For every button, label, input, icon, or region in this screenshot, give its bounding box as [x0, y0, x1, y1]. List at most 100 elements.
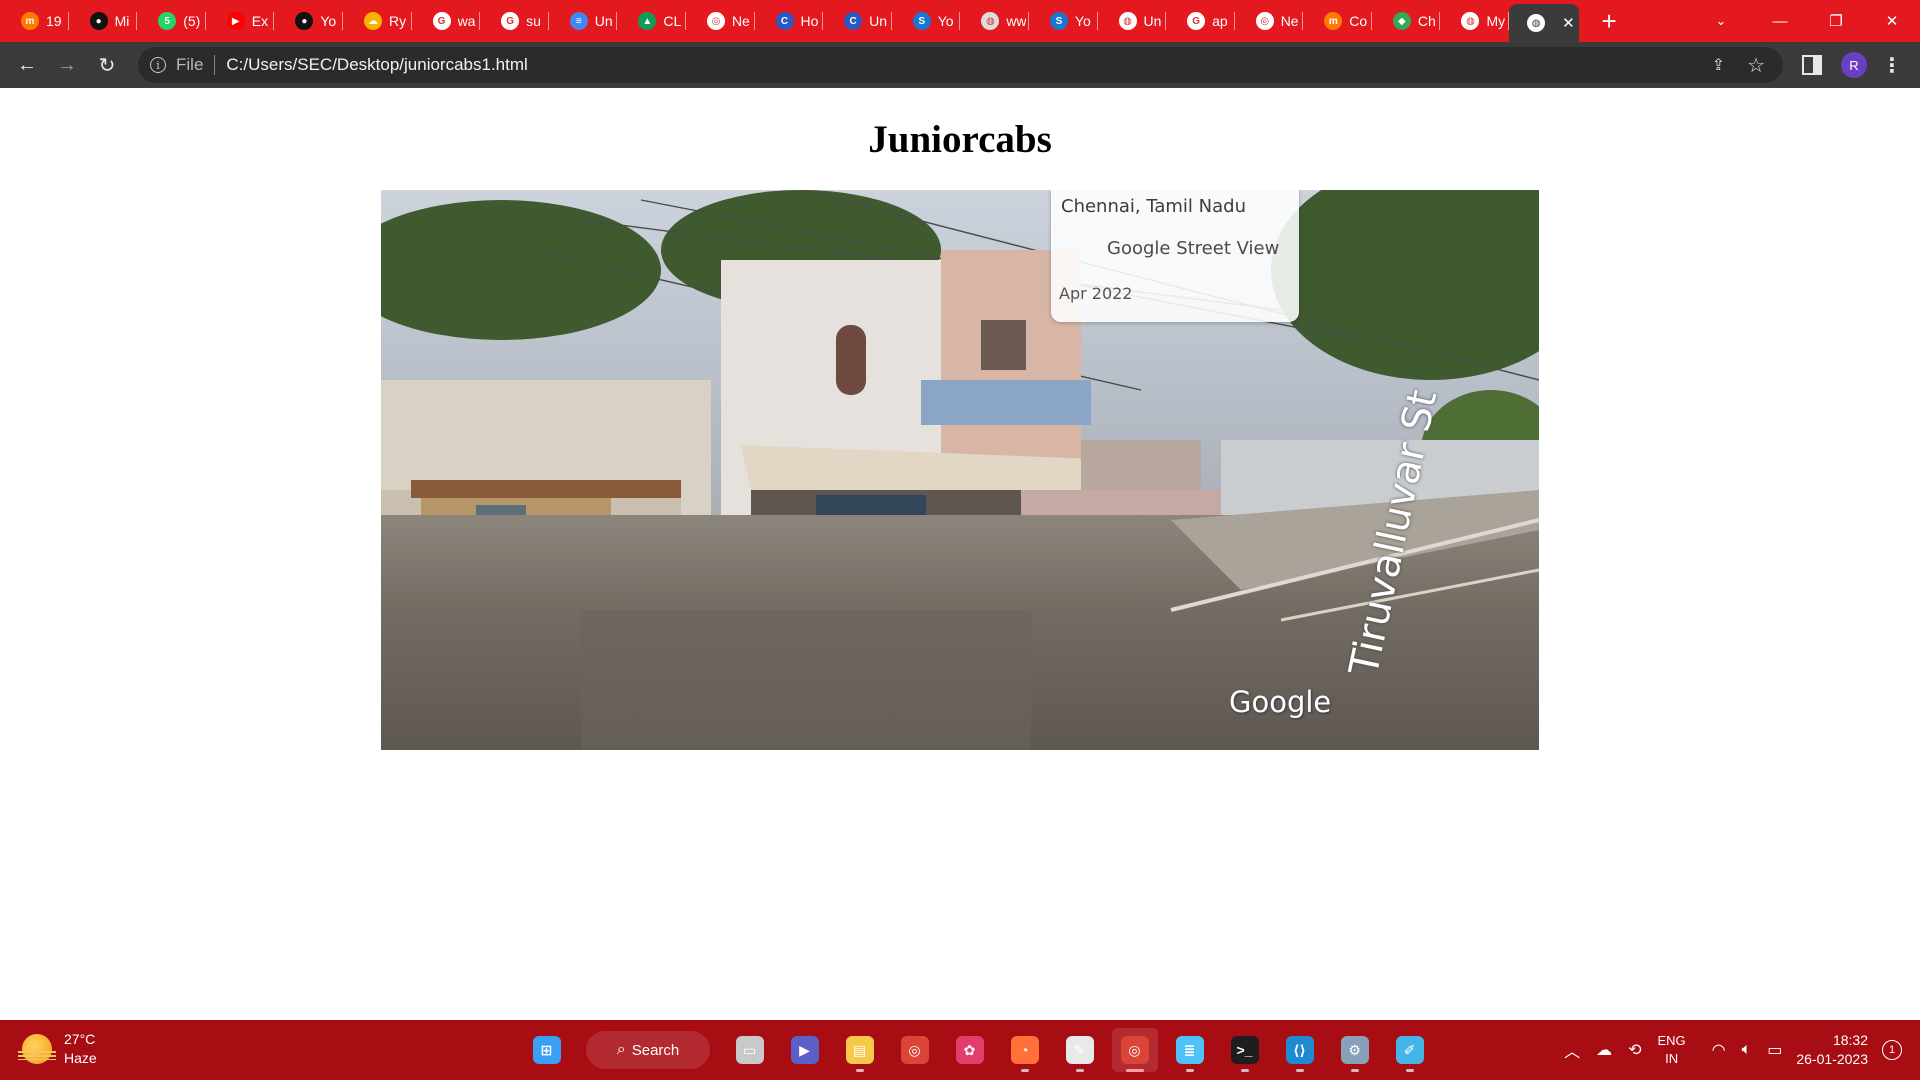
- taskbar-app[interactable]: ◔: [1002, 1028, 1048, 1072]
- globe-icon: ◍: [1118, 12, 1137, 30]
- drive-icon: ▲: [638, 12, 657, 30]
- show-hidden-icons-chevron-icon[interactable]: ︿: [1564, 1038, 1580, 1062]
- taskbar-app[interactable]: ◎: [892, 1028, 938, 1072]
- clock-date: 26-01-2023: [1796, 1051, 1868, 1067]
- browser-tab[interactable]: ◎ Ne: [1235, 0, 1304, 42]
- browser-tab[interactable]: ☁ Ry: [343, 0, 412, 42]
- taskbar-app[interactable]: ⊞: [524, 1028, 570, 1072]
- terminal-icon: >_: [1230, 1036, 1259, 1064]
- street-view-location: Chennai, Tamil Nadu: [1061, 196, 1246, 217]
- close-window-button[interactable]: ✕: [1864, 0, 1920, 42]
- address-bar[interactable]: i File C:/Users/SEC/Desktop/juniorcabs1.…: [138, 47, 1783, 83]
- tab-title: Ne: [731, 13, 750, 29]
- notification-badge[interactable]: 1: [1882, 1040, 1902, 1060]
- tab-title: Un: [869, 13, 888, 29]
- taskbar-app[interactable]: >_: [1222, 1028, 1268, 1072]
- url-text[interactable]: C:/Users/SEC/Desktop/juniorcabs1.html: [226, 55, 527, 75]
- page-heading: Juniorcabs: [868, 118, 1052, 161]
- street-view-embed[interactable]: Chennai, Tamil Nadu Google Street View A…: [381, 190, 1539, 750]
- taskbar-app[interactable]: ⟨⟩: [1277, 1028, 1323, 1072]
- taskbar-search-button[interactable]: ⌕ Search: [586, 1031, 710, 1069]
- side-panel-icon[interactable]: [1802, 55, 1822, 75]
- tab-list: m 19 ● Mi 5 (5) ▶ Ex ● Yo ☁ Ry Gwa Gsu ≡ Un ▲ CL ◎ Ne C Ho C Un…: [0, 0, 1629, 42]
- browser-tab[interactable]: ● Yo: [274, 0, 343, 42]
- taskbar-app[interactable]: ▭: [727, 1028, 773, 1072]
- site-info-icon[interactable]: i: [150, 57, 166, 73]
- browser-tab[interactable]: 5 (5): [137, 0, 206, 42]
- tab-title: Mi: [114, 13, 130, 29]
- active-browser-tab[interactable]: ◍ ✕: [1509, 4, 1580, 42]
- new-tab-plus-icon[interactable]: +: [1589, 0, 1629, 42]
- close-tab-icon[interactable]: ✕: [1562, 14, 1575, 32]
- wifi-icon[interactable]: ◠: [1712, 1040, 1726, 1060]
- globe-icon: ◍: [1461, 12, 1480, 30]
- taskbar-app[interactable]: ✐: [1387, 1028, 1433, 1072]
- profile-avatar[interactable]: R: [1841, 52, 1867, 78]
- browser-tab[interactable]: ◆ Ch: [1372, 0, 1441, 42]
- url-separator: [214, 55, 216, 75]
- browser-tab[interactable]: ◎ Ne: [686, 0, 755, 42]
- taskbar-app[interactable]: ◎: [1111, 1028, 1158, 1072]
- browser-tab[interactable]: ◍ Un: [1098, 0, 1167, 42]
- tab-title: 19: [46, 13, 62, 29]
- github-icon: ●: [295, 12, 314, 30]
- clock[interactable]: 18:32 26-01-2023: [1796, 1031, 1868, 1069]
- tab-search-chevron-icon[interactable]: ⌄: [1703, 0, 1739, 42]
- forward-arrow-icon[interactable]: →: [53, 51, 81, 79]
- taskbar-app[interactable]: ▤: [837, 1028, 883, 1072]
- browser-tab[interactable]: ▶ Ex: [206, 0, 275, 42]
- sync-icon[interactable]: ⟲: [1628, 1040, 1641, 1060]
- browser-toolbar: ← → ↻ i File C:/Users/SEC/Desktop/junior…: [0, 42, 1920, 88]
- tab-title: Ex: [251, 13, 269, 29]
- minimize-button[interactable]: —: [1752, 0, 1808, 42]
- google-icon: G: [1187, 12, 1206, 30]
- browser-tab[interactable]: S Yo: [892, 0, 961, 42]
- reload-icon[interactable]: ↻: [93, 51, 121, 79]
- volume-muted-icon[interactable]: 🔈︎: [1742, 1041, 1752, 1059]
- street-view-info-card: Chennai, Tamil Nadu Google Street View A…: [1051, 190, 1299, 322]
- browser-tab[interactable]: Gap: [1166, 0, 1235, 42]
- tab-title: Ch: [1417, 13, 1436, 29]
- browser-tab[interactable]: C Un: [823, 0, 892, 42]
- browser-tab[interactable]: ● Mi: [69, 0, 138, 42]
- search-icon: ⌕: [616, 1041, 626, 1058]
- tab-title: Ne: [1280, 13, 1299, 29]
- s-icon: S: [912, 12, 931, 30]
- bookmark-star-icon[interactable]: ☆: [1747, 53, 1765, 78]
- browser-tab[interactable]: S Yo: [1029, 0, 1098, 42]
- street-view-source[interactable]: Google Street View: [1107, 238, 1279, 259]
- maps-icon: ◆: [1392, 12, 1411, 30]
- language-indicator[interactable]: ENG IN: [1658, 1032, 1686, 1068]
- weather-description: Haze: [64, 1050, 97, 1066]
- taskbar-app[interactable]: ✿: [947, 1028, 993, 1072]
- cloud-icon: ☁: [363, 12, 382, 30]
- taskbar-app[interactable]: ≣: [1167, 1028, 1213, 1072]
- browser-tab[interactable]: Gwa: [412, 0, 481, 42]
- taskbar-app[interactable]: ▶: [782, 1028, 828, 1072]
- tab-title: Yo: [320, 13, 337, 29]
- browser-tab[interactable]: Gsu: [480, 0, 549, 42]
- google-icon: G: [501, 12, 520, 30]
- menu-kebab-icon[interactable]: ⋮: [1882, 51, 1902, 79]
- weather-temperature: 27°C: [64, 1031, 96, 1047]
- m-icon: m: [1324, 12, 1343, 30]
- taskbar-app[interactable]: ✎: [1057, 1028, 1103, 1072]
- taskbar-apps: ⊞ ⌕ Search ▭ ▶ ▤ ◎ ✿ ◔ ✎ ◎ ≣ >_ ⟨⟩ ⚙ ✐: [519, 1028, 1437, 1072]
- browser-tab[interactable]: ▲ CL: [617, 0, 686, 42]
- browser-tab[interactable]: ◍ ww: [960, 0, 1029, 42]
- back-arrow-icon[interactable]: ←: [13, 51, 41, 79]
- battery-icon[interactable]: ▭: [1767, 1040, 1782, 1060]
- browser-tab-strip: m 19 ● Mi 5 (5) ▶ Ex ● Yo ☁ Ry Gwa Gsu ≡ Un ▲ CL ◎ Ne C Ho C Un…: [0, 0, 1920, 42]
- browser-tab[interactable]: ◍ My: [1440, 0, 1509, 42]
- tab-title: Yo: [1074, 13, 1091, 29]
- restore-button[interactable]: ❐: [1808, 0, 1864, 42]
- share-icon[interactable]: ⇪: [1712, 55, 1725, 75]
- onedrive-cloud-icon[interactable]: ☁: [1596, 1040, 1612, 1060]
- browser-tab[interactable]: m 19: [0, 0, 69, 42]
- weather-widget[interactable]: 27°C Haze: [18, 1030, 97, 1068]
- search-label: Search: [631, 1041, 680, 1059]
- taskbar-app[interactable]: ⚙: [1332, 1028, 1378, 1072]
- browser-tab[interactable]: ≡ Un: [549, 0, 618, 42]
- browser-tab[interactable]: C Ho: [755, 0, 824, 42]
- browser-tab[interactable]: m Co: [1303, 0, 1372, 42]
